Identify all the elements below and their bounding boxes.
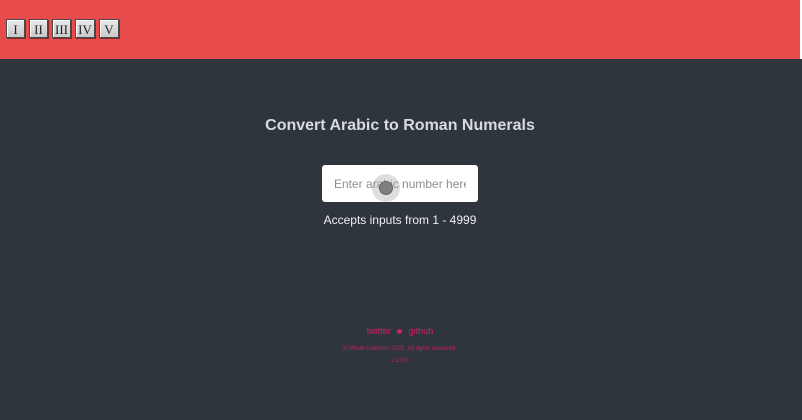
arabic-number-input[interactable]	[322, 165, 478, 202]
page-title: Convert Arabic to Roman Numerals	[265, 117, 535, 134]
app-page: I II III IV V Convert Arabic to Roman Nu…	[0, 0, 802, 420]
roman-numeral-tiles: I II III IV V	[6, 19, 119, 38]
twitter-link[interactable]: twitter	[367, 326, 391, 336]
tile-iv[interactable]: IV	[75, 19, 95, 38]
github-link[interactable]: github	[409, 326, 434, 336]
tile-i[interactable]: I	[6, 19, 25, 38]
tile-ii[interactable]: II	[29, 19, 48, 38]
tile-v[interactable]: V	[99, 19, 119, 38]
input-range-hint: Accepts inputs from 1 - 4999	[323, 213, 477, 227]
footer-links: twitter github	[0, 326, 800, 336]
tile-iii[interactable]: III	[52, 19, 71, 38]
copyright-text: © Mihail Gaberov 2023. All rights reserv…	[342, 346, 458, 352]
header-bar: I II III IV V	[0, 0, 800, 59]
separator-dot-icon	[397, 329, 403, 335]
version-text: v.1.0.0	[391, 358, 409, 364]
